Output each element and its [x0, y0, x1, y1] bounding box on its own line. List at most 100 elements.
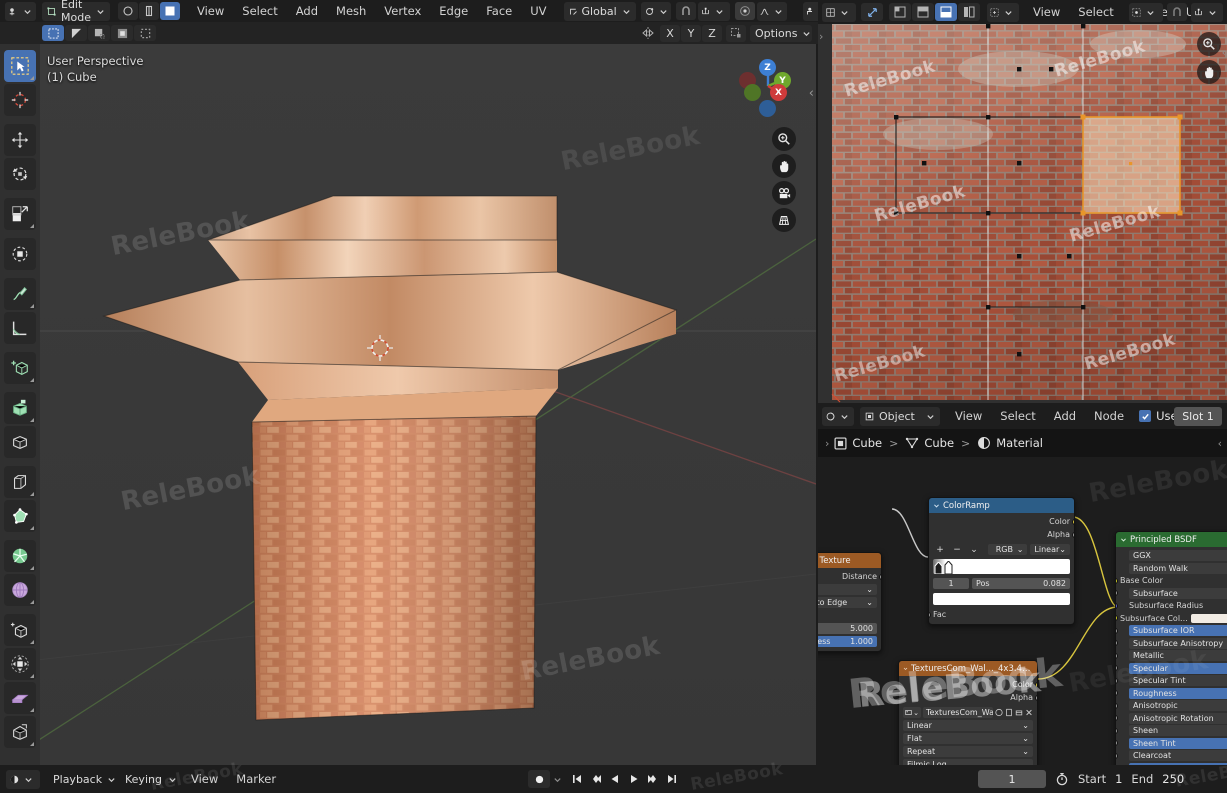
node-image-texture[interactable]: TexturesCom_Wal..._4x3.4_1K_albedo.tif C…: [898, 660, 1038, 765]
menu-face[interactable]: Face: [477, 0, 521, 22]
pan-view-button[interactable]: [772, 154, 796, 178]
options-dropdown[interactable]: Options: [750, 24, 812, 42]
principled-socket-subsurface-radius[interactable]: Subsurface Radius: [1116, 600, 1227, 611]
play-reverse-button[interactable]: [606, 770, 623, 788]
add-cube-tool[interactable]: [4, 352, 36, 384]
zoom-view-button[interactable]: [772, 127, 796, 151]
timeline-menu-view[interactable]: View: [182, 768, 227, 790]
uv-canvas[interactable]: ReleBook ReleBook ReleBook ReleBook Rele…: [818, 24, 1227, 403]
chevron-down-icon[interactable]: [553, 775, 562, 784]
output-socket-alpha[interactable]: [1035, 694, 1037, 701]
input-socket-dot[interactable]: [1116, 590, 1118, 596]
output-socket-color[interactable]: [1035, 681, 1037, 688]
principled-socket-anisotropic-rotation[interactable]: Anisotropic Rotation: [1116, 712, 1227, 724]
inset-faces-tool[interactable]: [4, 426, 36, 458]
mirror-y-toggle[interactable]: Y: [681, 24, 701, 42]
loop-cut-tool[interactable]: [4, 500, 36, 532]
current-frame-field[interactable]: 1: [978, 770, 1046, 788]
principled-socket-anisotropic[interactable]: Anisotropic: [1116, 700, 1227, 711]
image-projection-dropdown[interactable]: Flat ⌄: [903, 733, 1033, 744]
smooth-tool[interactable]: [4, 648, 36, 680]
input-socket-dot[interactable]: [1116, 640, 1118, 646]
menu-uv[interactable]: UV: [521, 0, 555, 22]
shader-menu-select[interactable]: Select: [991, 405, 1044, 427]
shader-type-selector[interactable]: Object: [860, 406, 940, 426]
uv-snap-selector[interactable]: [1191, 2, 1223, 22]
principled-socket-specular-tint[interactable]: Specular Tint: [1116, 675, 1227, 686]
fake-user-icon[interactable]: [995, 708, 1003, 717]
edge-select-mode[interactable]: [138, 2, 159, 20]
uv-sidebar-toggle-right[interactable]: ‹: [1222, 46, 1226, 59]
cursor-tool[interactable]: [4, 84, 36, 116]
jump-to-start-button[interactable]: [568, 770, 585, 788]
node-header[interactable]: TexturesCom_Wal..._4x3.4_1K_albedo.tif: [899, 661, 1037, 676]
colorramp-index-field[interactable]: 1: [933, 578, 969, 589]
shader-menu-view[interactable]: View: [946, 405, 991, 427]
shader-menu-add[interactable]: Add: [1045, 405, 1085, 427]
node-header[interactable]: Principled BSDF: [1116, 532, 1227, 547]
annotate-tool[interactable]: [4, 278, 36, 310]
timeline-editor-type-selector[interactable]: [6, 769, 40, 789]
node-header[interactable]: Voronoi Texture: [818, 553, 881, 568]
knife-tool[interactable]: [4, 540, 36, 572]
uv-pivot-selector[interactable]: [1129, 2, 1163, 22]
start-frame-value[interactable]: 1: [1115, 772, 1122, 786]
breadcrumb-object-label[interactable]: Cube: [852, 436, 882, 450]
shader-editor-type-selector[interactable]: [822, 406, 854, 426]
voronoi-feature-dropdown[interactable]: Distance to Edge ⌄: [818, 597, 877, 608]
breadcrumb-material-label[interactable]: Material: [996, 436, 1043, 450]
material-slot-field[interactable]: Slot 1: [1174, 406, 1222, 426]
principled-socket-clearcoat[interactable]: Clearcoat: [1116, 750, 1227, 761]
uv-edge-mode[interactable]: [65, 25, 87, 41]
close-icon[interactable]: [1025, 708, 1033, 717]
jump-to-end-button[interactable]: [663, 770, 680, 788]
voronoi-randomness-field[interactable]: Randomness 1.000: [818, 636, 877, 647]
breadcrumb-left-arrow[interactable]: ›: [825, 437, 829, 450]
shader-menu-node[interactable]: Node: [1085, 405, 1133, 427]
principled-socket-base-color[interactable]: Base Color: [1116, 575, 1227, 586]
uv-island-select[interactable]: [958, 3, 980, 21]
uv-zoom-button[interactable]: [1197, 32, 1221, 56]
colorramp-active-stop-handle[interactable]: [944, 561, 953, 574]
gizmo-axis-neg-x[interactable]: [744, 84, 761, 101]
uv-sync-selection-toggle[interactable]: [861, 3, 883, 21]
mirror-z-toggle[interactable]: Z: [702, 24, 722, 42]
principled-socket-subsurface[interactable]: Subsurface: [1116, 587, 1227, 599]
uv-editor-type-selector[interactable]: [822, 2, 856, 22]
new-image-icon[interactable]: [1005, 708, 1013, 717]
keying-menu[interactable]: Keying: [120, 770, 182, 789]
uv-island-mode[interactable]: [111, 25, 133, 41]
tweak-tool[interactable]: [4, 50, 36, 82]
chevron-down-icon[interactable]: [1120, 536, 1127, 543]
falloff-selector[interactable]: [756, 1, 787, 21]
uv-vertex-mode[interactable]: [42, 25, 64, 41]
input-socket-dot[interactable]: [1116, 752, 1118, 759]
transform-orientation-selector[interactable]: Global: [563, 1, 636, 21]
input-socket-dot[interactable]: [1116, 577, 1118, 584]
image-extension-dropdown[interactable]: Repeat ⌄: [903, 746, 1033, 757]
voronoi-vector-input[interactable]: Vector: [818, 610, 877, 621]
uv-menu-view[interactable]: View: [1024, 1, 1069, 23]
input-socket-dot[interactable]: [1116, 602, 1118, 609]
uv-pan-button[interactable]: [1197, 60, 1221, 84]
output-socket-alpha[interactable]: [1072, 531, 1074, 538]
input-socket-fac[interactable]: [929, 611, 931, 618]
vertex-select-mode[interactable]: [117, 2, 138, 20]
play-button[interactable]: [625, 770, 642, 788]
use-preview-range-icon[interactable]: [1055, 772, 1069, 786]
principled-socket-sheen-tint[interactable]: Sheen Tint: [1116, 737, 1227, 749]
uv-face-mode[interactable]: [88, 25, 110, 41]
move-tool[interactable]: [4, 124, 36, 156]
menu-edge[interactable]: Edge: [430, 0, 477, 22]
viewport-sidebar-toggle[interactable]: ‹: [809, 86, 814, 101]
output-socket-color[interactable]: [1072, 518, 1074, 525]
face-select-mode[interactable]: [159, 2, 180, 20]
node-principled-bsdf[interactable]: Principled BSDF GGX Random Walk Base Col…: [1115, 531, 1227, 765]
principled-subsurface-method-dropdown[interactable]: Random Walk: [1129, 562, 1227, 574]
colorramp-colormode-dropdown[interactable]: RGB ⌄: [988, 544, 1028, 555]
transform-tool[interactable]: [4, 238, 36, 270]
unlink-icon[interactable]: [1015, 708, 1023, 717]
magnet-toggle[interactable]: [675, 2, 696, 20]
voronoi-scale-field[interactable]: Scale 5.000: [818, 623, 877, 634]
input-socket-dot[interactable]: [1116, 690, 1118, 696]
